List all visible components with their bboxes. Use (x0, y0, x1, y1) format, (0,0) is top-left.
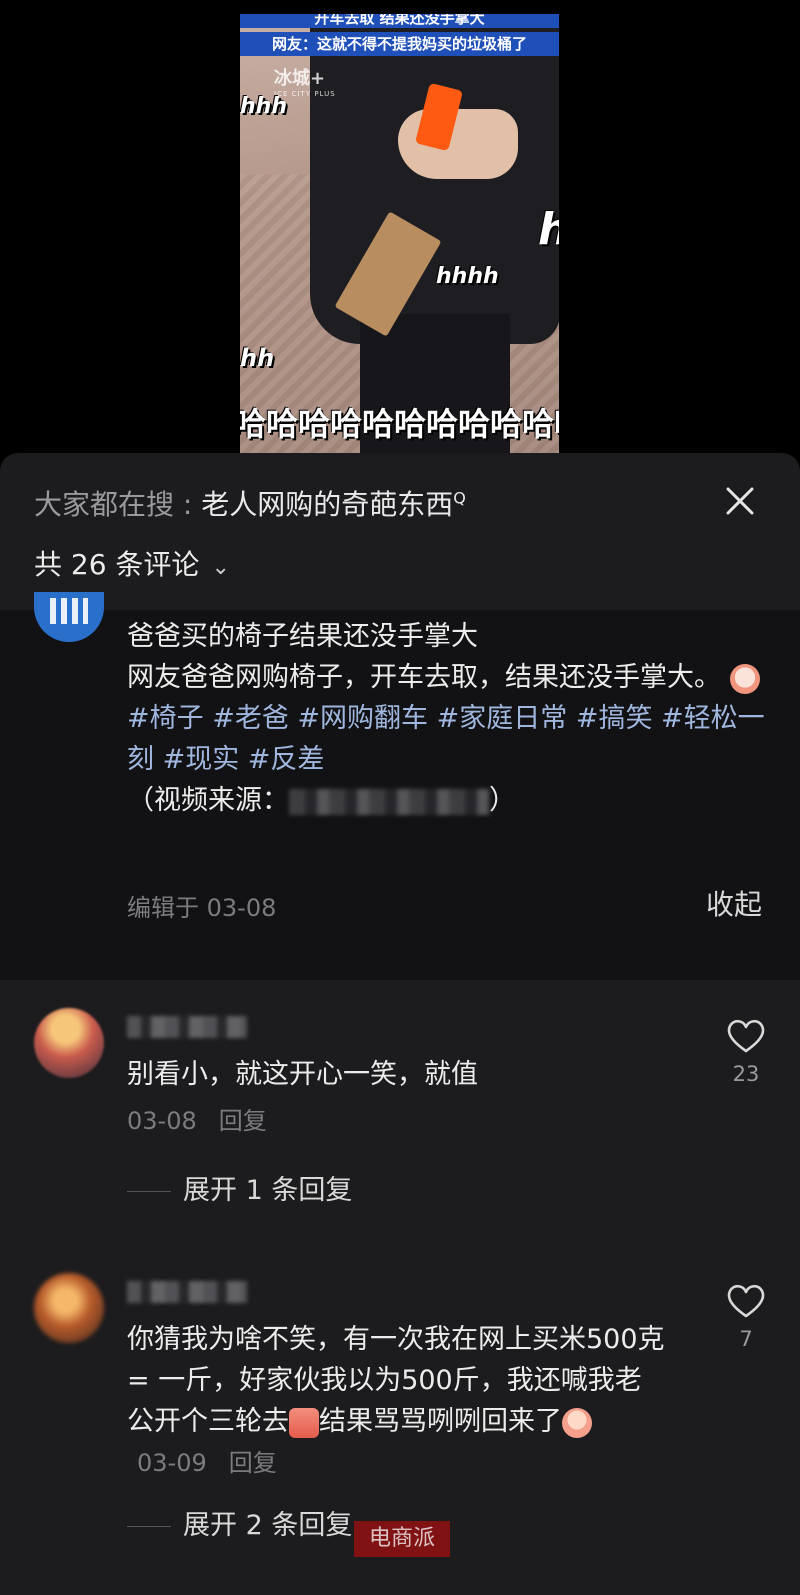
brand-watermark: 电商派 (354, 1521, 450, 1557)
comment-date: 03-09 (137, 1449, 207, 1477)
commenter-name-blurred[interactable] (127, 1281, 247, 1303)
comment-meta: 03-09 回复 (137, 1449, 277, 1477)
trending-search-prefix: 大家都在搜 : (34, 488, 202, 521)
reply-button[interactable]: 回复 (229, 1449, 277, 1477)
post-edited-time: 编辑于 03-08 (127, 894, 277, 922)
video-source-suffix: ） (489, 785, 516, 816)
comment-text: 你猜我为啥不笑，有一次我在网上买米500克 = 一斤，好家伙我以为500斤，我还… (127, 1319, 667, 1484)
like-button[interactable]: 23 (724, 1018, 768, 1086)
post-title: 爸爸买的椅子结果还没手掌大 (127, 621, 478, 652)
commenter-avatar[interactable] (34, 1273, 104, 1343)
commenter-name-blurred[interactable] (127, 1016, 247, 1038)
comment-panel: 大家都在搜 : 老人网购的奇葩东西Q 共 26 条评论 ⌄ 爸爸买的椅子结果还没手… (0, 453, 800, 1595)
comment-body-part2: 结果骂骂咧咧回来了 (319, 1406, 562, 1437)
commenter-avatar[interactable] (34, 1008, 104, 1078)
search-icon: Q (453, 488, 466, 508)
post-body: 网友爸爸网购椅子，开车去取，结果还没手掌大。 (127, 662, 721, 693)
crying-laugh-emoji-icon (729, 663, 760, 694)
author-avatar[interactable] (34, 592, 104, 642)
expand-replies-label: 展开 1 条回复 (183, 1175, 353, 1206)
expand-replies-label: 展开 2 条回复 (183, 1510, 353, 1541)
expand-replies-button[interactable]: 展开 2 条回复 (127, 1503, 352, 1542)
watermark-text: 冰城+ (274, 68, 326, 89)
reply-button[interactable]: 回复 (219, 1107, 267, 1135)
video-watermark-logo: 冰城+ ICE CITY PLUS (274, 64, 336, 98)
video-area: 开车去取 结果还没手掌大 网友：这就不得不提我妈买的垃圾桶了 冰城+ ICE C… (0, 0, 800, 470)
laugh-overlay: h (538, 204, 559, 255)
comment-date: 03-08 (127, 1107, 197, 1135)
video-source-prefix: （视频来源： (127, 785, 289, 816)
close-icon (726, 487, 754, 515)
like-count: 7 (739, 1327, 753, 1351)
scream-emoji-icon (289, 1407, 319, 1438)
comment-meta: 03-08 回复 (127, 1101, 687, 1142)
laugh-overlay: hhhh (436, 264, 499, 289)
chevron-down-icon: ⌄ (211, 555, 230, 580)
comment-count-sort[interactable]: 共 26 条评论 ⌄ (34, 543, 230, 583)
comment-body: 别看小，就这开心一笑，就值 (127, 1059, 478, 1090)
post-text: 爸爸买的椅子结果还没手掌大 网友爸爸网购椅子，开车去取，结果还没手掌大。 #椅子… (127, 616, 767, 821)
heart-icon (727, 1284, 765, 1318)
video-hand (398, 109, 518, 179)
divider-line (127, 1191, 171, 1192)
video-frame[interactable]: 开车去取 结果还没手掌大 网友：这就不得不提我妈买的垃圾桶了 冰城+ ICE C… (240, 14, 559, 454)
haha-subtitle: 哈哈哈哈哈哈哈哈哈哈哈哈 (240, 405, 559, 443)
video-caption-line2: 网友：这就不得不提我妈买的垃圾桶了 (240, 32, 559, 56)
comment-text: 别看小，就这开心一笑，就值 03-08 回复 (127, 1054, 687, 1142)
video-caption-line1: 开车去取 结果还没手掌大 (240, 14, 559, 28)
laugh-overlay: hh (240, 344, 275, 372)
comment-count-label: 共 26 条评论 (34, 548, 200, 581)
collapse-button[interactable]: 收起 (706, 883, 762, 923)
trending-search[interactable]: 大家都在搜 : 老人网购的奇葩东西Q (34, 483, 466, 523)
laugh-overlay: hhh (240, 94, 287, 119)
post-hashtags[interactable]: #椅子 #老爸 #网购翻车 #家庭日常 #搞笑 #轻松一刻 #现实 #反差 (127, 698, 767, 780)
like-button[interactable]: 7 (724, 1283, 768, 1351)
expand-replies-button[interactable]: 展开 1 条回复 (127, 1168, 352, 1207)
close-button[interactable] (722, 483, 758, 519)
trending-search-keyword[interactable]: 老人网购的奇葩东西 (201, 488, 453, 521)
heart-icon (727, 1019, 765, 1053)
blurred-source-name (289, 788, 489, 815)
divider-line (127, 1526, 171, 1527)
post-description: 爸爸买的椅子结果还没手掌大 网友爸爸网购椅子，开车去取，结果还没手掌大。 #椅子… (0, 592, 800, 980)
sad-emoji-icon (562, 1407, 592, 1438)
like-count: 23 (732, 1062, 760, 1086)
